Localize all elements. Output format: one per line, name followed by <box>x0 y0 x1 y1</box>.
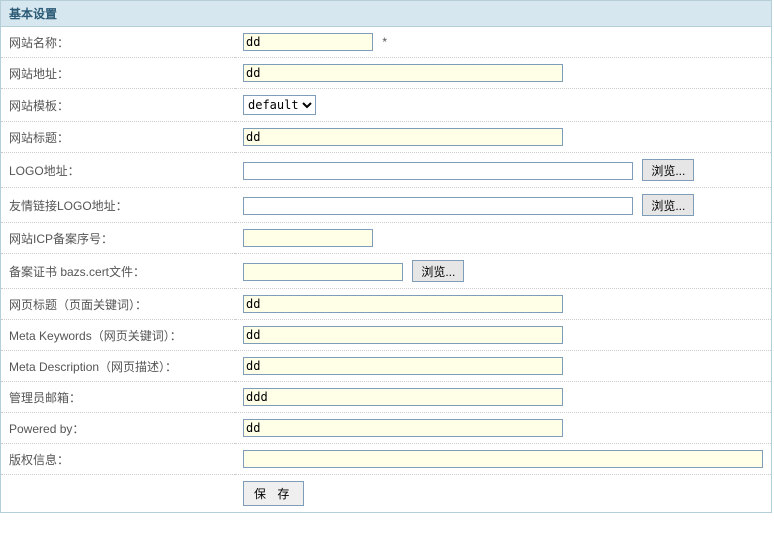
input-site-name[interactable] <box>243 33 373 51</box>
browse-cert-button[interactable]: 浏览... <box>412 260 464 282</box>
label-cert-file: 备案证书 bazs.cert文件： <box>1 254 235 289</box>
settings-form: 网站名称： * 网站地址： 网站模板： default 网站标题： LOGO地址… <box>1 27 771 512</box>
label-copyright: 版权信息： <box>1 444 235 475</box>
row-cert-file: 备案证书 bazs.cert文件： 浏览... <box>1 254 771 289</box>
input-logo-url[interactable] <box>243 162 633 180</box>
label-meta-keywords: Meta Keywords（网页关键词）： <box>1 320 235 351</box>
row-powered-by: Powered by： <box>1 413 771 444</box>
label-site-url: 网站地址： <box>1 58 235 89</box>
label-powered-by: Powered by： <box>1 413 235 444</box>
label-friend-logo-url: 友情链接LOGO地址： <box>1 188 235 223</box>
input-icp[interactable] <box>243 229 373 247</box>
input-powered-by[interactable] <box>243 419 563 437</box>
label-site-template: 网站模板： <box>1 89 235 122</box>
input-site-title[interactable] <box>243 128 563 146</box>
label-site-title: 网站标题： <box>1 122 235 153</box>
row-copyright: 版权信息： <box>1 444 771 475</box>
row-actions: 保 存 <box>1 475 771 513</box>
row-admin-email: 管理员邮箱： <box>1 382 771 413</box>
row-site-url: 网站地址： <box>1 58 771 89</box>
row-meta-keywords: Meta Keywords（网页关键词）： <box>1 320 771 351</box>
input-friend-logo-url[interactable] <box>243 197 633 215</box>
settings-panel: 基本设置 网站名称： * 网站地址： 网站模板： default 网站标题： <box>0 0 772 513</box>
input-meta-description[interactable] <box>243 357 563 375</box>
label-logo-url: LOGO地址： <box>1 153 235 188</box>
row-site-title: 网站标题： <box>1 122 771 153</box>
input-site-url[interactable] <box>243 64 563 82</box>
label-admin-email: 管理员邮箱： <box>1 382 235 413</box>
label-icp: 网站ICP备案序号： <box>1 223 235 254</box>
row-icp: 网站ICP备案序号： <box>1 223 771 254</box>
select-site-template[interactable]: default <box>243 95 316 115</box>
browse-logo-button[interactable]: 浏览... <box>642 159 694 181</box>
label-site-name: 网站名称： <box>1 27 235 58</box>
input-admin-email[interactable] <box>243 388 563 406</box>
browse-friend-logo-button[interactable]: 浏览... <box>642 194 694 216</box>
row-page-title: 网页标题（页面关键词）： <box>1 289 771 320</box>
label-meta-description: Meta Description（网页描述）： <box>1 351 235 382</box>
row-meta-description: Meta Description（网页描述）： <box>1 351 771 382</box>
required-mark: * <box>382 35 387 49</box>
input-cert-file[interactable] <box>243 263 403 281</box>
row-site-template: 网站模板： default <box>1 89 771 122</box>
input-meta-keywords[interactable] <box>243 326 563 344</box>
input-page-title[interactable] <box>243 295 563 313</box>
row-friend-logo-url: 友情链接LOGO地址： 浏览... <box>1 188 771 223</box>
row-logo-url: LOGO地址： 浏览... <box>1 153 771 188</box>
input-copyright[interactable] <box>243 450 763 468</box>
row-site-name: 网站名称： * <box>1 27 771 58</box>
save-button[interactable]: 保 存 <box>243 481 304 506</box>
label-page-title: 网页标题（页面关键词）： <box>1 289 235 320</box>
panel-title: 基本设置 <box>1 1 771 27</box>
